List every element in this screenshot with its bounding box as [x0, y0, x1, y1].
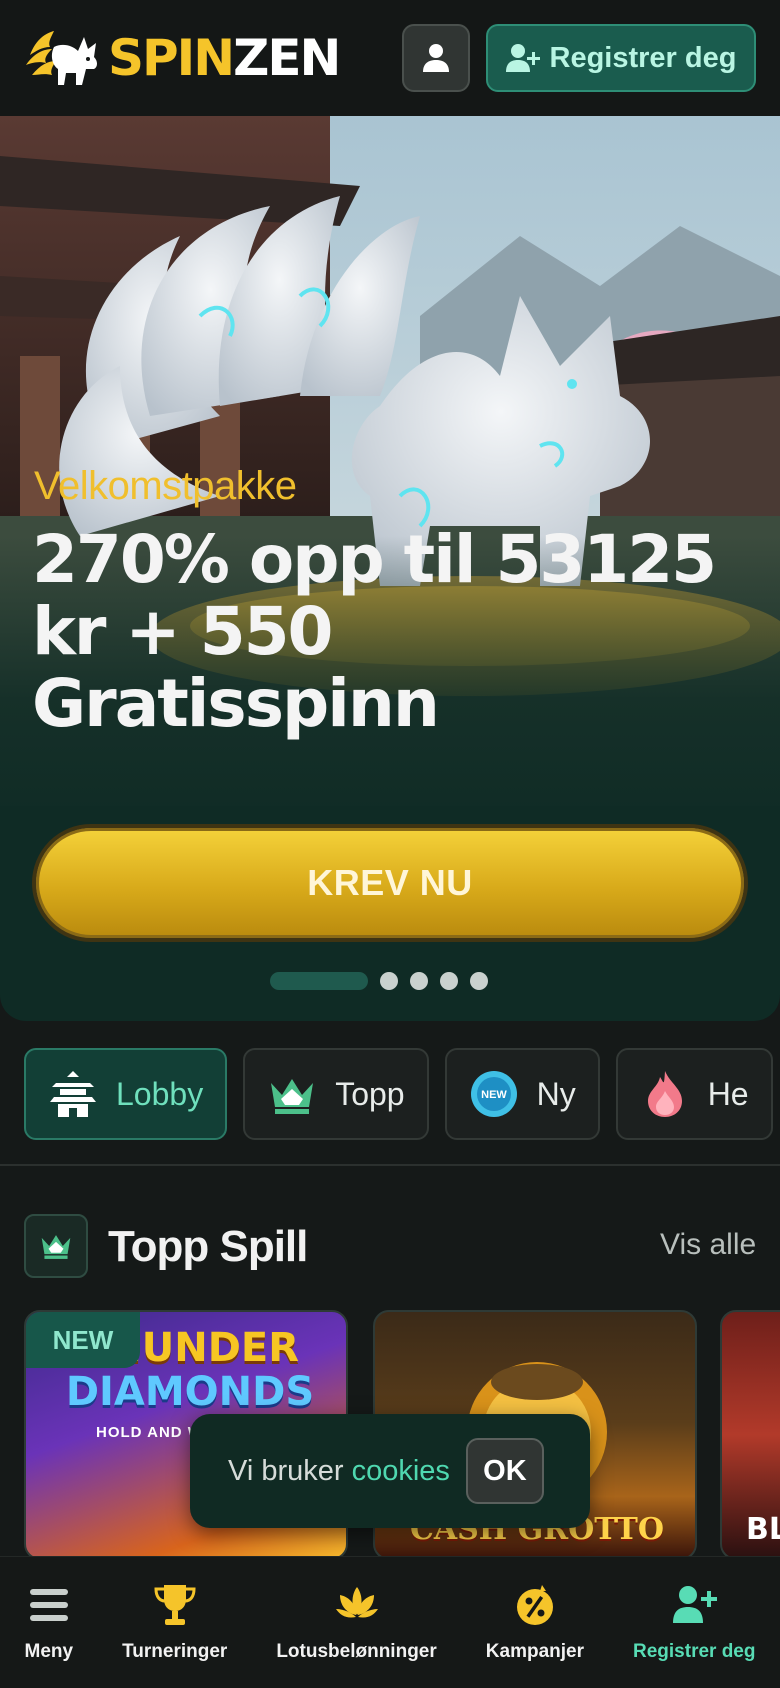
- section-divider: [0, 1164, 780, 1166]
- carousel-dot-5[interactable]: [470, 972, 488, 990]
- promo-headline-line-1: 270% opp til 53125: [32, 521, 717, 598]
- add-user-icon: [505, 44, 540, 72]
- tab-new-label: Ny: [536, 1075, 576, 1112]
- tab-top-label: Topp: [335, 1075, 405, 1112]
- tab-new[interactable]: NEW Ny: [444, 1048, 600, 1140]
- carousel-dot-4[interactable]: [440, 972, 458, 990]
- nav-item-menu[interactable]: Meny: [24, 1583, 74, 1663]
- carousel-dot-2[interactable]: [380, 972, 398, 990]
- cookie-text: Vi bruker: [228, 1454, 344, 1487]
- nav-item-register[interactable]: Registrer deg: [633, 1583, 755, 1663]
- tab-lobby-label: Lobby: [116, 1075, 204, 1112]
- add-user-icon: [673, 1586, 718, 1623]
- new-badge-icon: NEW: [470, 1071, 517, 1117]
- tab-top[interactable]: Topp: [243, 1048, 429, 1140]
- top-header: SPINZEN Registrer deg: [0, 0, 780, 116]
- logo-spin-text: SPIN: [108, 29, 235, 87]
- logo-zen-text: ZEN: [233, 29, 341, 87]
- nav-item-promotions[interactable]: Kampanjer: [486, 1583, 584, 1663]
- nav-item-label: Meny: [24, 1641, 74, 1662]
- nav-item-lotus-rewards[interactable]: Lotusbelønninger: [276, 1583, 437, 1663]
- nav-item-label: Kampanjer: [485, 1641, 584, 1662]
- cookie-message: Vi bruker cookies: [228, 1455, 450, 1488]
- pagoda-icon: [50, 1071, 96, 1117]
- cookie-consent-toast: Vi bruker cookies OK: [190, 1414, 590, 1528]
- carousel-dot-1[interactable]: [270, 972, 368, 990]
- percent-badge-icon: [516, 1585, 553, 1625]
- tab-lobby[interactable]: Lobby: [24, 1048, 228, 1140]
- promo-kicker: Velkomstpakke: [34, 464, 297, 508]
- tab-hot-label: He: [707, 1075, 749, 1112]
- promo-headline-line-2: kr + 550: [32, 593, 333, 670]
- hamburger-menu-icon: [29, 1589, 68, 1621]
- bottom-navigation: Meny Turneringer Lotusbelønninger Kampan…: [0, 1556, 780, 1688]
- crown-icon: [41, 1235, 71, 1259]
- nav-item-label: Turneringer: [122, 1641, 228, 1662]
- lotus-icon: [335, 1587, 378, 1618]
- carousel-dot-3[interactable]: [410, 972, 428, 990]
- welcome-promo-banner: Velkomstpakke 270% opp til 53125 kr + 55…: [0, 116, 780, 1021]
- trophy-icon: [154, 1585, 196, 1625]
- nav-item-label: Lotusbelønninger: [276, 1641, 437, 1662]
- game-card-title: BL: [746, 1512, 780, 1547]
- carousel-pagination: [270, 972, 488, 990]
- top-games-section-badge: [24, 1214, 88, 1278]
- promo-headline: 270% opp til 53125 kr + 550 Gratisspinn: [32, 524, 752, 740]
- crown-icon: [271, 1079, 314, 1114]
- section-title: Topp Spill: [108, 1222, 308, 1271]
- promo-headline-line-3: Gratisspinn: [32, 665, 440, 742]
- nav-item-tournaments[interactable]: Turneringer: [122, 1583, 227, 1663]
- svg-text:NEW: NEW: [481, 1089, 507, 1101]
- cookies-link[interactable]: cookies: [352, 1455, 450, 1487]
- register-button-label: Registrer deg: [549, 41, 737, 74]
- cookie-ok-button[interactable]: OK: [465, 1438, 544, 1504]
- tab-hot[interactable]: He: [615, 1048, 773, 1140]
- game-category-tabs: Lobby Topp NEW Ny He: [24, 1048, 773, 1140]
- see-all-link[interactable]: Vis alle: [660, 1228, 756, 1262]
- claim-bonus-button[interactable]: KREV NU: [32, 824, 748, 942]
- nav-item-label: Registrer deg: [633, 1641, 756, 1662]
- game-title-line-2: DIAMONDS: [65, 1369, 315, 1415]
- login-button[interactable]: [402, 24, 470, 92]
- register-button[interactable]: Registrer deg: [486, 24, 756, 92]
- user-icon: [423, 44, 449, 72]
- logo-wordmark: SPINZEN: [108, 33, 341, 83]
- fox-logo-icon: [26, 31, 97, 85]
- game-card-partial[interactable]: BL: [720, 1310, 780, 1560]
- new-badge: NEW: [26, 1312, 140, 1368]
- spinzen-logo[interactable]: SPINZEN: [24, 25, 341, 91]
- flame-icon: [647, 1071, 682, 1117]
- app-page: SPINZEN Registrer deg Velkomstpakke 270%…: [0, 0, 780, 1688]
